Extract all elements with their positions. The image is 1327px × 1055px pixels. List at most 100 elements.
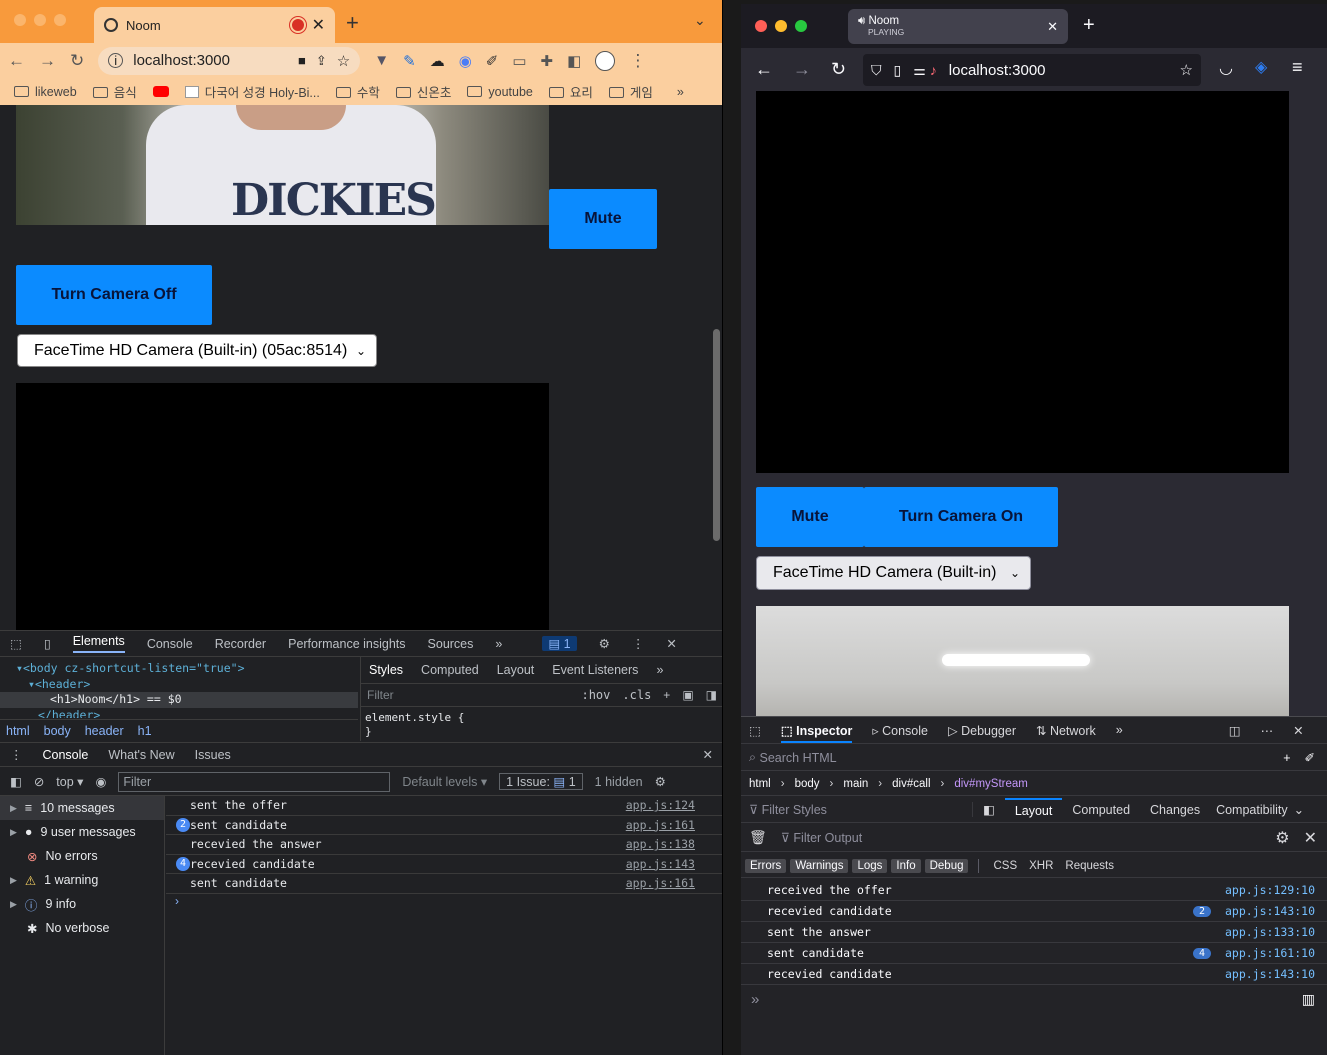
extension-search-icon[interactable]: ◉ [459,52,472,70]
filter-info[interactable]: Info [891,858,921,873]
more-tabs-icon[interactable]: » [656,663,663,677]
dom-line-header-close[interactable]: </header> [38,708,100,718]
console-prompt[interactable]: › [175,894,179,908]
console-filter-input[interactable]: Filter [118,771,391,792]
filter-styles-input[interactable]: ⊽ Filter Styles [741,802,973,817]
pick-element-icon[interactable]: ⬚ [749,723,761,738]
tab-elements[interactable]: Elements [72,634,125,653]
tab-recorder[interactable]: Recorder [215,637,266,651]
tab-event-listeners[interactable]: Event Listeners [552,663,638,677]
drawer-tab-console[interactable]: Console [43,748,89,762]
sidebar-item-user-messages[interactable]: ▶ ● 9 user messages [0,820,164,844]
tab-computed[interactable]: Computed [421,663,479,677]
page-icon[interactable]: ▯ [894,62,902,79]
bookmark-food[interactable]: 음식 [92,82,137,101]
tab-compatibility[interactable]: Compatibility [1210,803,1294,817]
settings-gear-icon[interactable]: ⚙ [1275,828,1289,848]
sidebar-item-warnings[interactable]: ▶ ⚠ 1 warning [0,868,164,892]
cls-toggle[interactable]: .cls [622,688,651,702]
tab-noom[interactable]: 🔊︎ Noom PLAYING ✕ [848,9,1068,44]
extension-picker-icon[interactable]: ✐ [486,52,499,70]
bookmark-youtube[interactable]: youtube [467,85,533,99]
extension-shield-icon[interactable]: ◈ [1255,57,1267,77]
tab-console[interactable]: ▹ Console [872,723,928,738]
sidebar-item-info[interactable]: ▶ ⓘ 9 info [0,892,164,916]
extension-v-icon[interactable]: ▼ [374,52,389,69]
log-levels-select[interactable]: Default levels ▾ [402,774,487,789]
bookmark-math[interactable]: 수학 [335,82,380,101]
forward-icon[interactable]: → [793,59,811,80]
mute-button[interactable]: Mute [756,487,864,547]
tab-performance-insights[interactable]: Performance insights [288,637,405,651]
context-select[interactable]: top ▾ [56,774,83,789]
clear-console-icon[interactable]: ⊘ [34,774,44,789]
bookmark-games[interactable]: 게임 [608,82,653,101]
drawer-tab-issues[interactable]: Issues [195,748,231,762]
bookmark-bible[interactable]: 다국어 성경 Holy-Bi... [184,82,320,101]
star-icon[interactable]: ☆ [337,52,350,70]
dom-line-body[interactable]: ▾<body cz-shortcut-listen="true"> [16,661,245,675]
styles-filter-input[interactable]: Filter [367,688,569,702]
zoom-window-button[interactable] [795,20,807,32]
close-window-button[interactable] [14,14,26,26]
drawer-menu-icon[interactable]: ⋮ [10,747,23,762]
tab-list-chevron-icon[interactable]: ⌄ [694,12,706,29]
filter-logs[interactable]: Logs [852,858,888,873]
tab-layout[interactable]: Layout [1004,797,1063,822]
tab-layout[interactable]: Layout [497,663,535,677]
sidebar-item-verbose[interactable]: ✱ No verbose [0,916,164,940]
tab-changes[interactable]: Changes [1140,803,1210,817]
zoom-window-button[interactable] [54,14,66,26]
back-icon[interactable]: ← [755,59,773,80]
forward-icon[interactable]: → [39,51,56,71]
filter-css[interactable]: CSS [989,860,1021,872]
tab-sources[interactable]: Sources [428,637,474,651]
menu-icon[interactable]: ≡ [1292,57,1303,78]
eyedropper-icon[interactable]: ✐ [1305,750,1315,765]
tab-debugger[interactable]: ▷ Debugger [948,723,1016,738]
close-devtools-icon[interactable]: ✕ [666,636,676,651]
mute-button[interactable]: Mute [549,189,657,249]
youtube-icon[interactable] [152,86,169,97]
new-tab-button[interactable]: + [346,10,359,36]
overflow-menu-icon[interactable]: ⋯ [1261,723,1274,738]
reload-icon[interactable]: ↻ [831,59,846,80]
close-split-console-icon[interactable]: ✕ [1304,828,1317,848]
camera-icon[interactable]: ■ [298,53,306,68]
tab-noom[interactable]: Noom ✕ [94,7,335,43]
tab-inspector[interactable]: ⬚ Inspector [780,718,853,743]
sidebar-item-messages[interactable]: ▶ ≡ 10 messages [0,796,164,820]
share-icon[interactable]: ⇪ [316,53,327,69]
more-tabs-icon[interactable]: » [1116,723,1123,737]
dom-line-h1-selected[interactable]: <h1>Noom</h1> == $0 [0,692,358,708]
kebab-menu-icon[interactable]: ⋮ [632,636,645,651]
chevron-down-icon[interactable]: ⌄ [1294,802,1304,817]
camera-select[interactable]: FaceTime HD Camera (Built-in) (05ac:8514… [17,334,377,367]
sidebar-item-errors[interactable]: ⊗ No errors [0,844,164,868]
close-window-button[interactable] [755,20,767,32]
responsive-icon[interactable]: ◫ [1229,723,1241,738]
filter-xhr[interactable]: XHR [1025,860,1057,872]
element-style-rule[interactable]: element.style { [365,711,719,725]
inspect-element-icon[interactable]: ⬚ [10,636,22,651]
tab-console[interactable]: Console [147,637,193,651]
device-toolbar-icon[interactable]: ▯ [44,636,51,651]
eye-icon[interactable]: ◉ [95,774,106,789]
hov-toggle[interactable]: :hov [581,688,610,702]
new-tab-button[interactable]: + [1083,14,1095,37]
microphone-icon[interactable]: ♪ [930,62,937,78]
close-tab-icon[interactable]: ✕ [1047,19,1058,35]
issues-badge[interactable]: ▤ 1 [542,636,577,651]
bookmark-school[interactable]: 신온초 [395,82,451,101]
close-drawer-icon[interactable]: ✕ [703,747,713,762]
extension-pen-icon[interactable]: ✎ [403,52,416,70]
avatar[interactable] [595,50,616,71]
camera-select[interactable]: FaceTime HD Camera (Built-in) ⌄ [756,556,1031,590]
toggle-sidebar-icon[interactable]: ◨ [706,688,717,702]
sidebar-toggle-icon[interactable]: ◧ [10,774,22,789]
star-icon[interactable]: ☆ [1180,61,1193,79]
camera-toggle-button[interactable]: Turn Camera On [864,487,1058,547]
filter-debug[interactable]: Debug [924,858,969,873]
tab-styles[interactable]: Styles [369,663,403,677]
bookmark-cooking[interactable]: 요리 [548,82,593,101]
